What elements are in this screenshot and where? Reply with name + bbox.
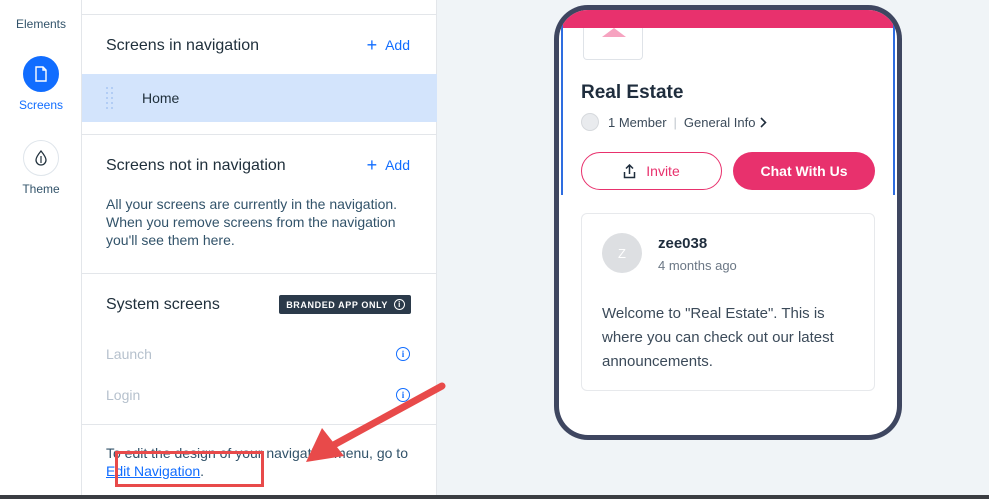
drag-handle-icon[interactable]	[106, 87, 114, 109]
add-label: Add	[385, 37, 410, 53]
phone-preview: Real Estate 1 Member | General Info Invi…	[554, 5, 902, 440]
drop-icon	[23, 140, 59, 176]
screens-panel: Screens in navigation + Add Home Screens…	[82, 0, 437, 499]
divider	[82, 14, 437, 15]
home-screen-label: Home	[142, 90, 180, 106]
app-logo	[583, 28, 643, 60]
highlight-box	[115, 451, 264, 487]
member-count: 1 Member	[608, 114, 667, 130]
rail-item-screens[interactable]: Screens	[0, 56, 82, 112]
phone-screen: Real Estate 1 Member | General Info Invi…	[559, 10, 897, 435]
invite-label: Invite	[646, 163, 680, 179]
add-label: Add	[385, 157, 410, 173]
divider	[82, 273, 437, 274]
app-title: Real Estate	[581, 82, 684, 103]
share-icon	[624, 163, 636, 178]
divider	[82, 134, 437, 135]
bottom-bar	[0, 495, 989, 499]
rail-elements-label: Elements	[15, 17, 67, 31]
rail-item-theme[interactable]: Theme	[0, 140, 82, 196]
rail-item-elements[interactable]: Elements	[0, 17, 82, 31]
add-nav-screen-button[interactable]: + Add	[367, 36, 410, 54]
plus-icon: +	[366, 155, 378, 175]
launch-info-icon[interactable]: i	[396, 347, 410, 361]
separator: |	[673, 114, 677, 130]
post-card[interactable]: Z zee038 4 months ago Welcome to "Real E…	[581, 213, 875, 391]
chevron-right-icon	[760, 116, 768, 128]
not-nav-description: All your screens are currently in the na…	[106, 196, 398, 248]
post-timestamp: 4 months ago	[658, 258, 737, 273]
system-item-login[interactable]: Login	[106, 387, 140, 403]
post-author: zee038	[658, 235, 708, 252]
not-nav-section-title: Screens not in navigation	[106, 157, 286, 174]
rail-theme-label: Theme	[22, 182, 60, 196]
divider	[82, 424, 437, 425]
nav-screen-row-home[interactable]: Home	[82, 74, 437, 122]
nav-section-title: Screens in navigation	[106, 37, 259, 54]
plus-icon: +	[366, 35, 378, 55]
rail-screens-label: Screens	[18, 98, 64, 112]
left-rail: Elements Screens Theme	[0, 0, 82, 499]
avatar: Z	[602, 233, 642, 273]
chat-label: Chat With Us	[760, 163, 848, 179]
login-info-icon[interactable]: i	[396, 388, 410, 402]
general-info-link[interactable]: General Info	[684, 115, 756, 130]
app-meta-row: 1 Member | General Info	[581, 113, 768, 131]
page-icon	[23, 56, 59, 92]
chat-with-us-button[interactable]: Chat With Us	[733, 152, 875, 190]
system-section-title: System screens	[106, 296, 220, 313]
info-icon: i	[394, 299, 405, 310]
system-item-launch[interactable]: Launch	[106, 346, 152, 362]
branded-badge-label: BRANDED APP ONLY	[286, 299, 388, 310]
member-avatar	[581, 113, 599, 131]
invite-button[interactable]: Invite	[581, 152, 722, 190]
post-body: Welcome to "Real Estate". This is where …	[602, 305, 834, 370]
branded-app-badge[interactable]: BRANDED APP ONLY i	[279, 295, 411, 314]
add-non-nav-screen-button[interactable]: + Add	[367, 156, 410, 174]
